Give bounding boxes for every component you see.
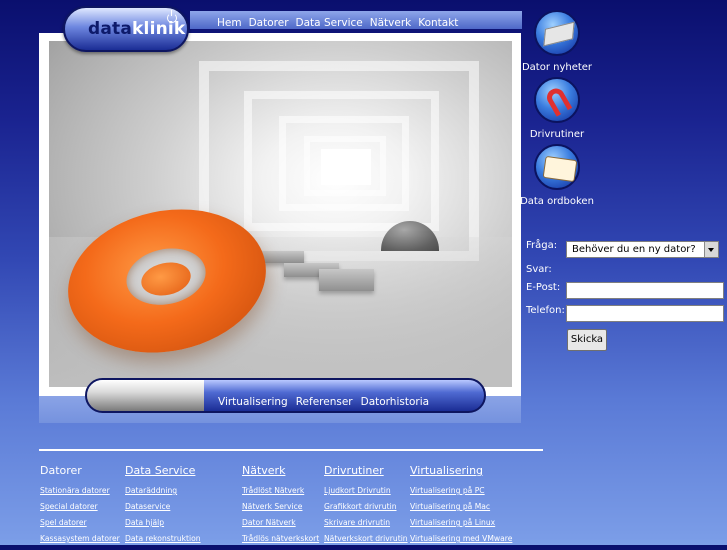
footer-link[interactable]: Special datorer xyxy=(40,502,120,511)
top-navigation: Hem Datorer Data Service Nätverk Kontakt xyxy=(190,11,522,29)
footer-link[interactable]: Nätverk Service xyxy=(242,502,319,511)
footer-heading-link[interactable]: Drivrutiner xyxy=(324,464,408,477)
submit-button[interactable]: Skicka xyxy=(567,329,607,351)
footer-column-drivrutiner: Drivrutiner Ljudkort Drivrutin Grafikkor… xyxy=(324,464,408,550)
email-field[interactable] xyxy=(566,282,724,299)
subnav-link-datorhistoria[interactable]: Datorhistoria xyxy=(361,396,429,408)
phone-field[interactable] xyxy=(566,305,724,322)
footer-column-natverk: Nätverk Trådlöst Nätverk Nätverk Service… xyxy=(242,464,319,550)
footer-link[interactable]: Trådlöst Nätverk xyxy=(242,486,319,495)
footer-link[interactable]: Virtualisering på Linux xyxy=(410,518,512,527)
footer-link[interactable]: Skrivare drivrutin xyxy=(324,518,408,527)
sidebar-item-data-ordboken[interactable]: Data ordboken xyxy=(507,144,607,207)
nav-link-hem[interactable]: Hem xyxy=(217,17,242,29)
footer-link[interactable]: Data hjälp xyxy=(125,518,201,527)
question-label: Fråga: xyxy=(526,240,558,251)
footer-link[interactable]: Dator Nätverk xyxy=(242,518,319,527)
footer-link[interactable]: Virtualisering på Mac xyxy=(410,502,512,511)
footer-link[interactable]: Virtualisering med VMware xyxy=(410,534,512,543)
book-icon xyxy=(534,144,580,190)
footer-heading-link[interactable]: Nätverk xyxy=(242,464,319,477)
footer-heading-link[interactable]: Virtualisering xyxy=(410,464,512,477)
footer-link[interactable]: Spel datorer xyxy=(40,518,120,527)
footer-link[interactable]: Data rekonstruktion xyxy=(125,534,201,543)
nav-link-kontakt[interactable]: Kontakt xyxy=(418,17,458,29)
footer-link[interactable]: Trådlös nätverkskort xyxy=(242,534,319,543)
nav-link-datorer[interactable]: Datorer xyxy=(249,17,289,29)
footer-column-datorer: Datorer Stationära datorer Special dator… xyxy=(40,464,120,550)
footer-link[interactable]: Stationära datorer xyxy=(40,486,120,495)
footer-column-data-service: Data Service Dataräddning Dataservice Da… xyxy=(125,464,201,550)
footer-heading: Datorer xyxy=(40,464,82,477)
candy-cane-icon xyxy=(534,77,580,123)
footer-link[interactable]: Dataservice xyxy=(125,502,201,511)
footer-column-virtualisering: Virtualisering Virtualisering på PC Virt… xyxy=(410,464,512,550)
footer-link[interactable]: Grafikkort drivrutin xyxy=(324,502,408,511)
power-icon xyxy=(167,10,177,23)
motherboard-icon xyxy=(534,10,580,56)
sidebar-item-drivrutiner[interactable]: Drivrutiner xyxy=(507,77,607,140)
footer-link[interactable]: Dataräddning xyxy=(125,486,201,495)
hero-image xyxy=(49,41,512,387)
nav-link-data-service[interactable]: Data Service xyxy=(296,17,363,29)
question-select-value: Behöver du en ny dator? xyxy=(572,244,696,255)
subnav-decoration xyxy=(87,380,204,411)
site-logo[interactable]: dataklinik xyxy=(63,6,189,52)
sidebar-item-label: Drivrutiner xyxy=(529,129,585,140)
answer-label: Svar: xyxy=(526,264,552,275)
subnav-link-referenser[interactable]: Referenser xyxy=(296,396,353,408)
footer-link[interactable]: Nätverkskort drivrutin xyxy=(324,534,408,543)
sub-navigation: Virtualisering Referenser Datorhistoria xyxy=(85,378,486,413)
question-select[interactable]: Behöver du en ny dator? xyxy=(566,241,719,258)
email-label: E-Post: xyxy=(526,282,561,293)
subnav-link-virtualisering[interactable]: Virtualisering xyxy=(218,396,288,408)
chevron-down-icon[interactable] xyxy=(704,242,718,257)
nav-link-natverk[interactable]: Nätverk xyxy=(370,17,411,29)
footer-link[interactable]: Ljudkort Drivrutin xyxy=(324,486,408,495)
sidebar-item-label: Dator nyheter xyxy=(521,62,593,73)
footer-link[interactable]: Kassasystem datorer xyxy=(40,534,120,543)
footer-link[interactable]: Virtualisering på PC xyxy=(410,486,512,495)
sidebar-item-dator-nyheter[interactable]: Dator nyheter xyxy=(507,10,607,73)
sidebar-item-label: Data ordboken xyxy=(520,196,594,207)
footer-divider xyxy=(39,449,543,451)
phone-label: Telefon: xyxy=(526,305,565,316)
footer-heading-link[interactable]: Data Service xyxy=(125,464,201,477)
